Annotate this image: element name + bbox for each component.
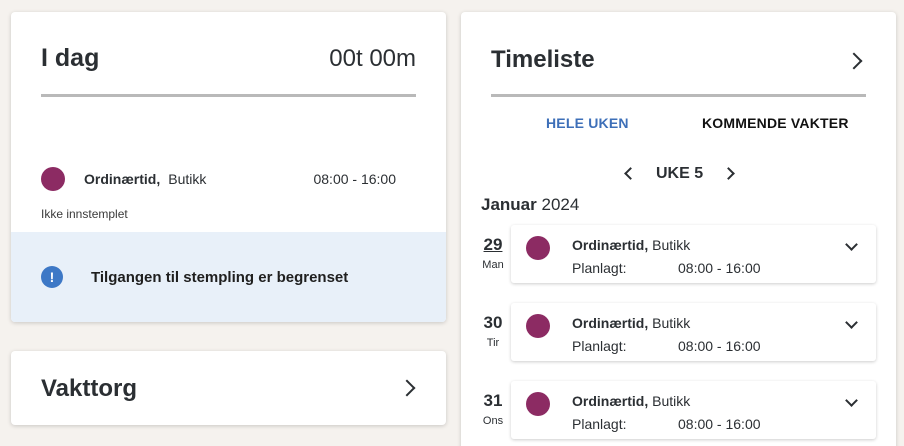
shift-card[interactable]: Ordinærtid, Butikk Planlagt: 08:00 - 16:… bbox=[511, 225, 876, 283]
tab-hele-uken[interactable]: HELE UKEN bbox=[546, 115, 629, 131]
shift-place: Butikk bbox=[652, 315, 691, 331]
day-row: 29 Man Ordinærtid, Butikk Planlagt: 08:0… bbox=[481, 225, 876, 283]
day-name: Tir bbox=[486, 337, 500, 349]
shift-title: Ordinærtid, Butikk bbox=[572, 237, 690, 253]
shift-title: Ordinærtid, Butikk bbox=[572, 315, 690, 331]
shift-color-dot-icon bbox=[526, 236, 550, 260]
week-label: UKE 5 bbox=[656, 165, 704, 182]
shift-planned: Planlagt: 08:00 - 16:00 bbox=[572, 416, 872, 432]
shift-card[interactable]: Ordinærtid, Butikk Planlagt: 08:00 - 16:… bbox=[511, 303, 876, 361]
day-name: Man bbox=[482, 259, 504, 271]
shift-place: Butikk bbox=[652, 237, 691, 253]
day-name: Ons bbox=[482, 415, 504, 427]
day-row: 30 Tir Ordinærtid, Butikk Planlagt: 08:0… bbox=[481, 303, 876, 361]
shift-color-dot-icon bbox=[526, 314, 550, 338]
planned-time: 08:00 - 16:00 bbox=[678, 338, 761, 354]
stamp-status: Ikke innstemplet bbox=[41, 207, 128, 221]
timeliste-card: Timeliste HELE UKEN KOMMENDE VAKTER UKE … bbox=[461, 12, 896, 446]
shift-planned: Planlagt: 08:00 - 16:00 bbox=[572, 338, 872, 354]
shift-type: Ordinærtid, bbox=[572, 237, 649, 253]
today-divider bbox=[41, 94, 416, 97]
today-shift-row[interactable]: Ordinærtid, Butikk 08:00 - 16:00 bbox=[41, 167, 396, 191]
week-navigator: UKE 5 bbox=[621, 164, 741, 184]
shift-place: Butikk bbox=[652, 393, 691, 409]
tab-kommende-vakter[interactable]: KOMMENDE VAKTER bbox=[702, 115, 849, 131]
today-title: I dag bbox=[41, 44, 100, 72]
day-row: 31 Ons Ordinærtid, Butikk Planlagt: 08:0… bbox=[481, 381, 876, 439]
chevron-down-icon[interactable] bbox=[845, 238, 858, 251]
day-number[interactable]: 30 bbox=[481, 313, 505, 333]
vakttorg-card[interactable]: Vakttorg bbox=[11, 351, 446, 425]
stamping-notice-text: Tilgangen til stempling er begrenset bbox=[91, 268, 349, 286]
chevron-right-icon[interactable] bbox=[845, 52, 863, 70]
planned-label: Planlagt: bbox=[572, 260, 627, 276]
shift-title: Ordinærtid, Butikk bbox=[572, 393, 690, 409]
chevron-right-icon[interactable] bbox=[398, 379, 416, 397]
month-name: Januar bbox=[481, 195, 537, 214]
month-heading: Januar 2024 bbox=[481, 195, 579, 215]
day-number[interactable]: 31 bbox=[481, 391, 505, 411]
shift-type: Ordinærtid, bbox=[84, 171, 161, 187]
chevron-down-icon[interactable] bbox=[845, 316, 858, 329]
shift-type: Ordinærtid, bbox=[572, 393, 649, 409]
timeliste-divider bbox=[491, 94, 866, 97]
month-year: 2024 bbox=[541, 195, 580, 214]
shift-color-dot-icon bbox=[41, 167, 65, 191]
shift-place: Butikk bbox=[168, 171, 207, 187]
chevron-left-icon[interactable] bbox=[624, 167, 637, 180]
today-total-hours: 00t 00m bbox=[329, 45, 416, 72]
today-header: I dag 00t 00m bbox=[41, 44, 416, 73]
shift-type: Ordinærtid, bbox=[572, 315, 649, 331]
timeliste-title: Timeliste bbox=[491, 46, 595, 73]
vakttorg-title: Vakttorg bbox=[41, 375, 138, 402]
shift-planned: Planlagt: 08:00 - 16:00 bbox=[572, 260, 872, 276]
planned-time: 08:00 - 16:00 bbox=[678, 260, 761, 276]
shift-time: 08:00 - 16:00 bbox=[313, 171, 396, 187]
info-exclamation-icon: ! bbox=[41, 266, 63, 288]
shift-color-dot-icon bbox=[526, 392, 550, 416]
shift-card[interactable]: Ordinærtid, Butikk Planlagt: 08:00 - 16:… bbox=[511, 381, 876, 439]
planned-time: 08:00 - 16:00 bbox=[678, 416, 761, 432]
stamping-notice: ! Tilgangen til stempling er begrenset bbox=[11, 232, 446, 322]
chevron-right-icon[interactable] bbox=[722, 167, 735, 180]
today-card: I dag 00t 00m Ordinærtid, Butikk 08:00 -… bbox=[11, 12, 446, 322]
planned-label: Planlagt: bbox=[572, 338, 627, 354]
chevron-down-icon[interactable] bbox=[845, 394, 858, 407]
day-number[interactable]: 29 bbox=[481, 235, 505, 255]
planned-label: Planlagt: bbox=[572, 416, 627, 432]
